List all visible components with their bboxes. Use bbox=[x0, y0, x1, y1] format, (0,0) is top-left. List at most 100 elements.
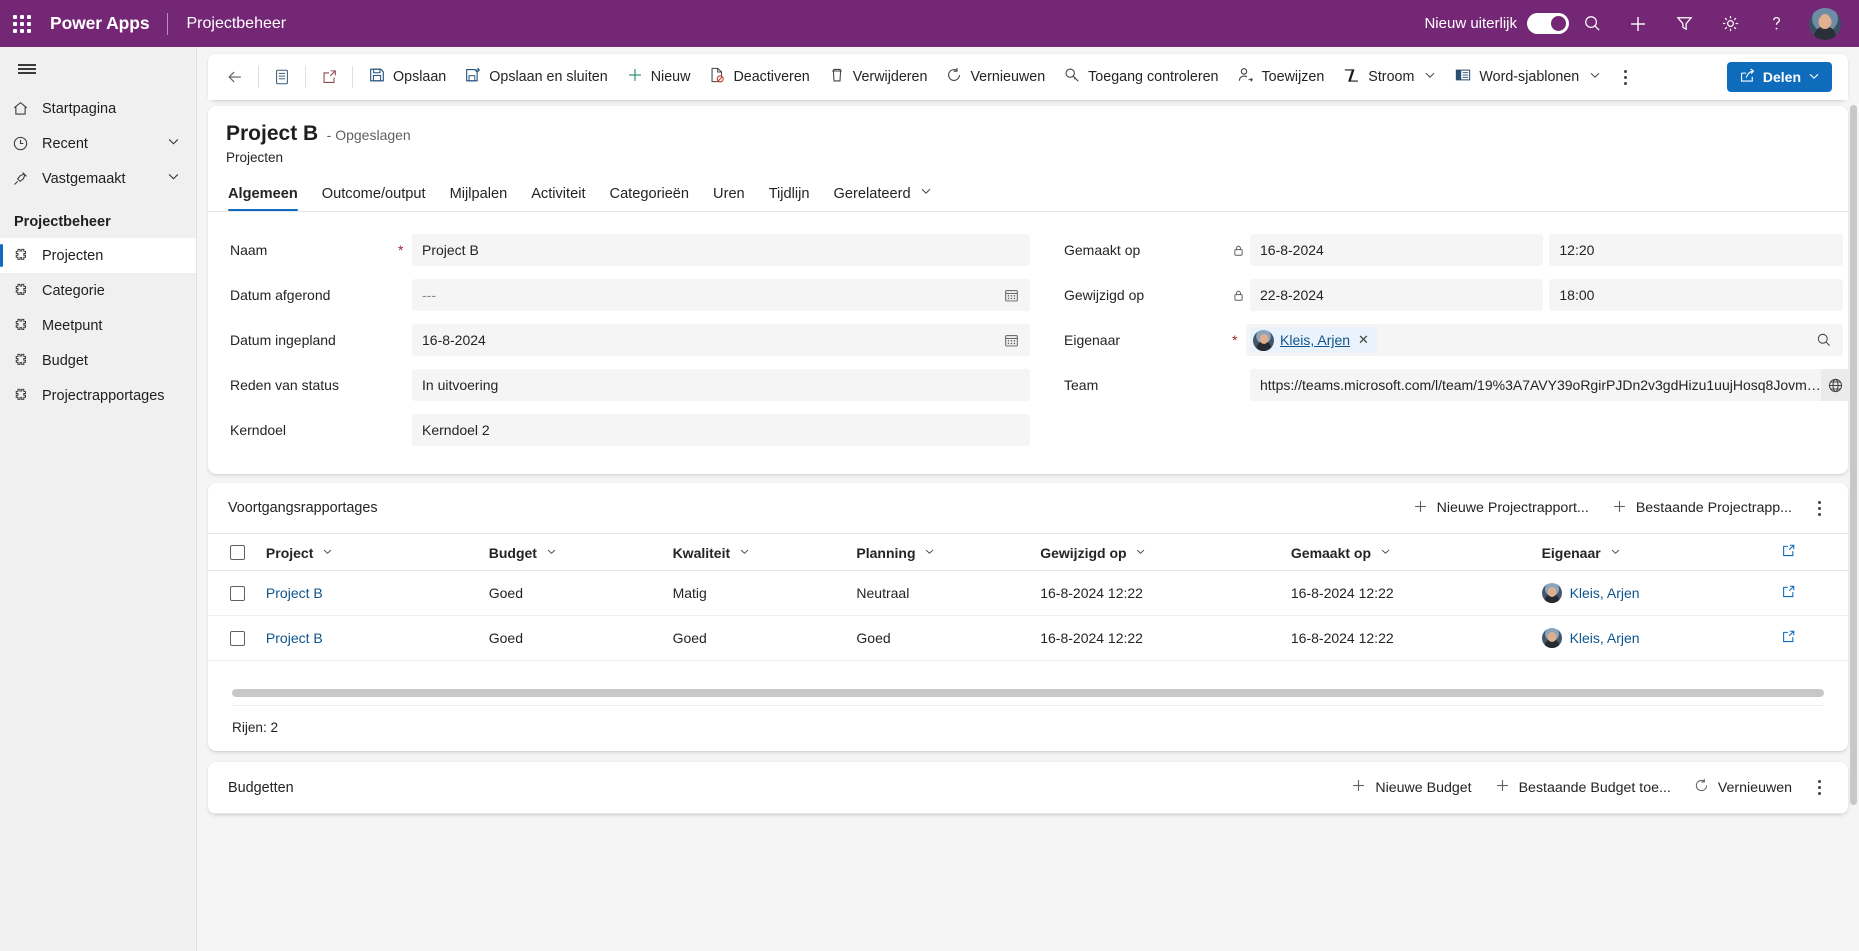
column-header-gemaakt-op[interactable]: Gemaakt op bbox=[1290, 533, 1542, 571]
waffle-icon[interactable] bbox=[0, 0, 44, 47]
owner-link[interactable]: Kleis, Arjen bbox=[1570, 630, 1640, 646]
open-record-icon[interactable] bbox=[1781, 544, 1796, 561]
open-in-new-window-icon[interactable] bbox=[312, 61, 346, 93]
assign-button[interactable]: Toewijzen bbox=[1228, 61, 1334, 93]
column-header-kwaliteit[interactable]: Kwaliteit bbox=[672, 533, 857, 571]
tab-activiteit[interactable]: Activiteit bbox=[519, 186, 597, 211]
row-checkbox[interactable] bbox=[230, 585, 245, 601]
eigenaar-chip[interactable]: Kleis, Arjen ✕ bbox=[1250, 327, 1377, 353]
table-row[interactable]: Project B Goed Matig Neutraal 16-8-2024 … bbox=[208, 570, 1848, 616]
chevron-down-icon[interactable] bbox=[924, 544, 935, 560]
word-templates-button[interactable]: Word-sjablonen bbox=[1445, 61, 1610, 93]
existing-budget-button[interactable]: Bestaande Budget toe... bbox=[1484, 773, 1681, 803]
save-and-close-button[interactable]: Opslaan en sluiten bbox=[455, 61, 616, 93]
help-icon[interactable] bbox=[1753, 0, 1799, 47]
tab-tijdlijn[interactable]: Tijdlijn bbox=[757, 186, 822, 211]
chevron-down-icon[interactable] bbox=[1808, 69, 1820, 85]
eigenaar-name[interactable]: Kleis, Arjen bbox=[1280, 332, 1350, 348]
chevron-down-icon[interactable] bbox=[1610, 544, 1621, 560]
tab-categorieen[interactable]: Categorieën bbox=[598, 186, 702, 211]
column-header-gewijzigd-op[interactable]: Gewijzigd op bbox=[1040, 533, 1291, 571]
chevron-down-icon[interactable] bbox=[167, 170, 180, 187]
sidebar-item-categorie[interactable]: Categorie bbox=[0, 273, 196, 308]
open-record-icon[interactable] bbox=[1781, 630, 1796, 647]
chevron-down-icon[interactable] bbox=[167, 135, 180, 152]
tab-algemeen[interactable]: Algemeen bbox=[226, 186, 310, 211]
more-commands-button[interactable] bbox=[1610, 61, 1640, 93]
chevron-down-icon[interactable] bbox=[1380, 544, 1391, 560]
row-select-cell[interactable] bbox=[208, 570, 266, 616]
sidebar-item-meetpunt[interactable]: Meetpunt bbox=[0, 308, 196, 343]
avatar[interactable] bbox=[1809, 7, 1841, 40]
search-icon[interactable] bbox=[1569, 0, 1615, 47]
existing-projectrapportage-button[interactable]: Bestaande Projectrapp... bbox=[1601, 493, 1802, 523]
check-access-button[interactable]: Toegang controleren bbox=[1054, 61, 1227, 93]
kerndoel-select[interactable]: Kerndoel 2 bbox=[412, 414, 1030, 446]
column-header-budget[interactable]: Budget bbox=[488, 533, 673, 571]
project-link[interactable]: Project B bbox=[266, 630, 323, 646]
refresh-button[interactable]: Vernieuwen bbox=[936, 61, 1054, 93]
page-scrollbar[interactable] bbox=[1850, 105, 1857, 805]
chevron-down-icon[interactable] bbox=[1135, 544, 1146, 560]
app-name[interactable]: Projectbeheer bbox=[186, 15, 286, 33]
add-icon[interactable] bbox=[1615, 0, 1661, 47]
chevron-down-icon[interactable] bbox=[739, 544, 750, 560]
gear-icon[interactable] bbox=[1707, 0, 1753, 47]
datum-afgerond-input[interactable]: --- bbox=[412, 279, 1030, 311]
chevron-down-icon[interactable] bbox=[920, 185, 932, 201]
new-button[interactable]: Nieuw bbox=[617, 61, 700, 93]
tab-uren[interactable]: Uren bbox=[701, 186, 757, 211]
chevron-down-icon[interactable] bbox=[1589, 69, 1601, 85]
chevron-down-icon[interactable] bbox=[322, 544, 333, 560]
sidebar-item-budget[interactable]: Budget bbox=[0, 343, 196, 378]
refresh-budget-button[interactable]: Vernieuwen bbox=[1683, 773, 1802, 803]
tab-outcome-output[interactable]: Outcome/output bbox=[310, 186, 438, 211]
new-look-toggle[interactable] bbox=[1527, 13, 1569, 34]
datum-ingepland-input[interactable]: 16-8-2024 bbox=[412, 324, 1030, 356]
eigenaar-lookup[interactable]: Kleis, Arjen ✕ bbox=[1246, 324, 1843, 356]
more-subgrid-commands-button[interactable] bbox=[1804, 492, 1834, 524]
brand-power-apps[interactable]: Power Apps bbox=[50, 13, 150, 34]
sidebar-item-vastgemaakt[interactable]: Vastgemaakt bbox=[0, 161, 196, 196]
team-url-input[interactable]: https://teams.microsoft.com/l/team/19%3A… bbox=[1250, 369, 1851, 401]
row-checkbox[interactable] bbox=[230, 630, 245, 646]
close-icon[interactable]: ✕ bbox=[1356, 332, 1371, 348]
flow-button[interactable]: Stroom bbox=[1333, 61, 1445, 93]
project-link[interactable]: Project B bbox=[266, 585, 323, 601]
open-record-icon[interactable] bbox=[1781, 585, 1796, 602]
column-header-project[interactable]: Project bbox=[265, 533, 489, 571]
hamburger-icon[interactable] bbox=[0, 47, 196, 91]
gewijzigd-op-date-input[interactable]: 22-8-2024 bbox=[1250, 279, 1544, 311]
naam-input[interactable]: Project B bbox=[412, 234, 1030, 266]
search-icon[interactable] bbox=[1811, 332, 1837, 348]
delete-button[interactable]: Verwijderen bbox=[819, 61, 937, 93]
cell-project[interactable]: Project B bbox=[265, 570, 489, 616]
globe-icon[interactable] bbox=[1820, 369, 1851, 401]
column-header-eigenaar[interactable]: Eigenaar bbox=[1541, 533, 1782, 571]
save-button[interactable]: Opslaan bbox=[359, 61, 455, 93]
column-header-planning[interactable]: Planning bbox=[856, 533, 1041, 571]
sidebar-item-projectrapportages[interactable]: Projectrapportages bbox=[0, 378, 196, 413]
chevron-down-icon[interactable] bbox=[1424, 69, 1436, 85]
sidebar-item-projecten[interactable]: Projecten bbox=[0, 238, 196, 273]
tab-mijlpalen[interactable]: Mijlpalen bbox=[438, 186, 520, 211]
gewijzigd-op-time-input[interactable]: 18:00 bbox=[1549, 279, 1843, 311]
horizontal-scrollbar[interactable] bbox=[232, 689, 1824, 697]
share-button[interactable]: Delen bbox=[1726, 62, 1832, 92]
select-all-checkbox[interactable] bbox=[230, 544, 245, 560]
filter-icon[interactable] bbox=[1661, 0, 1707, 47]
calendar-icon[interactable] bbox=[1000, 284, 1022, 306]
owner-link[interactable]: Kleis, Arjen bbox=[1570, 585, 1640, 601]
new-budget-button[interactable]: Nieuwe Budget bbox=[1340, 773, 1481, 803]
calendar-icon[interactable] bbox=[1000, 329, 1022, 351]
tab-gerelateerd[interactable]: Gerelateerd bbox=[822, 185, 944, 211]
cell-popout[interactable] bbox=[1781, 570, 1848, 616]
deactivate-button[interactable]: Deactiveren bbox=[699, 61, 818, 93]
reden-van-status-select[interactable]: In uitvoering bbox=[412, 369, 1030, 401]
chevron-down-icon[interactable] bbox=[546, 544, 557, 560]
cell-project[interactable]: Project B bbox=[265, 615, 489, 661]
form-selector-icon[interactable] bbox=[265, 61, 299, 93]
back-arrow-icon[interactable] bbox=[218, 61, 252, 93]
sidebar-item-startpagina[interactable]: Startpagina bbox=[0, 91, 196, 126]
cell-popout[interactable] bbox=[1781, 615, 1848, 661]
